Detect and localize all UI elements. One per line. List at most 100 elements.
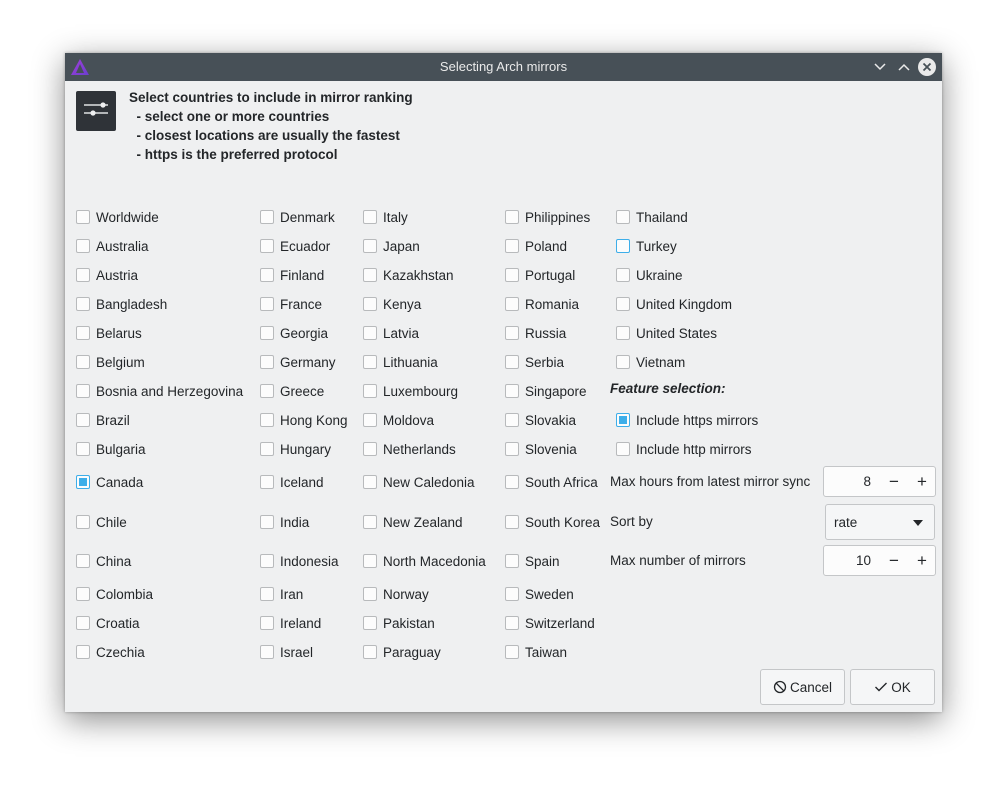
country-checkbox-bulgaria[interactable]: Bulgaria (76, 439, 146, 459)
country-label: Bangladesh (96, 296, 168, 312)
country-checkbox-china[interactable]: China (76, 551, 131, 571)
country-checkbox-germany[interactable]: Germany (260, 352, 336, 372)
country-checkbox-bangladesh[interactable]: Bangladesh (76, 294, 167, 314)
country-checkbox-serbia[interactable]: Serbia (505, 352, 564, 372)
country-checkbox-new-zealand[interactable]: New Zealand (363, 512, 463, 532)
country-checkbox-australia[interactable]: Australia (76, 236, 149, 256)
decrement-icon[interactable]: − (884, 551, 904, 571)
country-checkbox-slovakia[interactable]: Slovakia (505, 410, 576, 430)
checkbox-indicator (260, 587, 274, 601)
checkbox-indicator (363, 384, 377, 398)
country-checkbox-portugal[interactable]: Portugal (505, 265, 575, 285)
country-checkbox-worldwide[interactable]: Worldwide (76, 207, 159, 227)
country-checkbox-ireland[interactable]: Ireland (260, 613, 321, 633)
country-checkbox-iceland[interactable]: Iceland (260, 472, 324, 492)
country-label: India (280, 514, 310, 530)
country-checkbox-north-macedonia[interactable]: North Macedonia (363, 551, 486, 571)
country-checkbox-chile[interactable]: Chile (76, 512, 127, 532)
country-checkbox-vietnam[interactable]: Vietnam (616, 352, 685, 372)
country-checkbox-belgium[interactable]: Belgium (76, 352, 145, 372)
country-label: Hong Kong (280, 412, 348, 428)
include-https-label: Include https mirrors (636, 412, 759, 428)
country-checkbox-moldova[interactable]: Moldova (363, 410, 434, 430)
increment-icon[interactable]: + (912, 472, 932, 492)
country-checkbox-canada[interactable]: Canada (76, 472, 143, 492)
country-checkbox-finland[interactable]: Finland (260, 265, 324, 285)
country-checkbox-new-caledonia[interactable]: New Caledonia (363, 472, 475, 492)
titlebar[interactable]: Selecting Arch mirrors (65, 53, 942, 81)
country-checkbox-poland[interactable]: Poland (505, 236, 567, 256)
country-checkbox-iran[interactable]: Iran (260, 584, 303, 604)
max-hours-value[interactable]: 8 (863, 474, 871, 489)
country-checkbox-georgia[interactable]: Georgia (260, 323, 328, 343)
country-checkbox-kenya[interactable]: Kenya (363, 294, 421, 314)
country-checkbox-philippines[interactable]: Philippines (505, 207, 590, 227)
country-checkbox-ukraine[interactable]: Ukraine (616, 265, 683, 285)
country-checkbox-switzerland[interactable]: Switzerland (505, 613, 595, 633)
country-checkbox-thailand[interactable]: Thailand (616, 207, 688, 227)
cancel-button[interactable]: Cancel (760, 669, 845, 705)
close-button[interactable] (918, 58, 936, 76)
country-checkbox-bosnia-and-herzegovina[interactable]: Bosnia and Herzegovina (76, 381, 243, 401)
country-checkbox-czechia[interactable]: Czechia (76, 642, 145, 662)
country-checkbox-denmark[interactable]: Denmark (260, 207, 335, 227)
country-checkbox-norway[interactable]: Norway (363, 584, 429, 604)
country-checkbox-hong-kong[interactable]: Hong Kong (260, 410, 348, 430)
country-checkbox-russia[interactable]: Russia (505, 323, 566, 343)
include-http-checkbox[interactable]: Include http mirrors (616, 439, 752, 459)
max-hours-spinbox[interactable]: 8 − + (823, 466, 936, 497)
country-checkbox-sweden[interactable]: Sweden (505, 584, 574, 604)
max-mirrors-spinbox[interactable]: 10 − + (823, 545, 936, 576)
country-label: Latvia (383, 325, 420, 341)
country-checkbox-latvia[interactable]: Latvia (363, 323, 419, 343)
maximize-button[interactable] (895, 58, 913, 76)
country-checkbox-netherlands[interactable]: Netherlands (363, 439, 456, 459)
country-checkbox-brazil[interactable]: Brazil (76, 410, 130, 430)
country-checkbox-kazakhstan[interactable]: Kazakhstan (363, 265, 454, 285)
decrement-icon[interactable]: − (884, 472, 904, 492)
minimize-button[interactable] (871, 58, 889, 76)
country-checkbox-france[interactable]: France (260, 294, 322, 314)
country-label: South Africa (525, 474, 598, 490)
country-checkbox-paraguay[interactable]: Paraguay (363, 642, 441, 662)
country-checkbox-romania[interactable]: Romania (505, 294, 579, 314)
country-checkbox-india[interactable]: India (260, 512, 309, 532)
checkbox-indicator (260, 645, 274, 659)
checkbox-indicator (76, 297, 90, 311)
country-checkbox-indonesia[interactable]: Indonesia (260, 551, 339, 571)
max-mirrors-value[interactable]: 10 (856, 553, 871, 568)
country-checkbox-japan[interactable]: Japan (363, 236, 420, 256)
country-checkbox-belarus[interactable]: Belarus (76, 323, 142, 343)
country-checkbox-united-kingdom[interactable]: United Kingdom (616, 294, 732, 314)
country-label: New Caledonia (383, 474, 475, 490)
country-checkbox-hungary[interactable]: Hungary (260, 439, 331, 459)
country-checkbox-austria[interactable]: Austria (76, 265, 138, 285)
checkbox-indicator (363, 442, 377, 456)
country-checkbox-turkey[interactable]: Turkey (616, 236, 677, 256)
include-https-checkbox[interactable]: Include https mirrors (616, 410, 758, 430)
country-checkbox-colombia[interactable]: Colombia (76, 584, 153, 604)
country-checkbox-ecuador[interactable]: Ecuador (260, 236, 330, 256)
increment-icon[interactable]: + (912, 551, 932, 571)
checkbox-indicator (616, 210, 630, 224)
country-checkbox-south-korea[interactable]: South Korea (505, 512, 600, 532)
country-checkbox-luxembourg[interactable]: Luxembourg (363, 381, 458, 401)
country-label: Switzerland (525, 615, 595, 631)
country-checkbox-singapore[interactable]: Singapore (505, 381, 587, 401)
country-checkbox-south-africa[interactable]: South Africa (505, 472, 598, 492)
country-label: Czechia (96, 644, 145, 660)
country-checkbox-israel[interactable]: Israel (260, 642, 313, 662)
country-checkbox-united-states[interactable]: United States (616, 323, 717, 343)
ok-button[interactable]: OK (850, 669, 935, 705)
country-checkbox-slovenia[interactable]: Slovenia (505, 439, 577, 459)
country-checkbox-italy[interactable]: Italy (363, 207, 408, 227)
country-checkbox-pakistan[interactable]: Pakistan (363, 613, 435, 633)
country-checkbox-lithuania[interactable]: Lithuania (363, 352, 438, 372)
sort-by-dropdown[interactable]: rate (825, 504, 935, 540)
country-checkbox-croatia[interactable]: Croatia (76, 613, 140, 633)
country-label: Greece (280, 383, 325, 399)
country-label: Russia (525, 325, 567, 341)
country-checkbox-taiwan[interactable]: Taiwan (505, 642, 567, 662)
country-checkbox-spain[interactable]: Spain (505, 551, 560, 571)
country-checkbox-greece[interactable]: Greece (260, 381, 324, 401)
